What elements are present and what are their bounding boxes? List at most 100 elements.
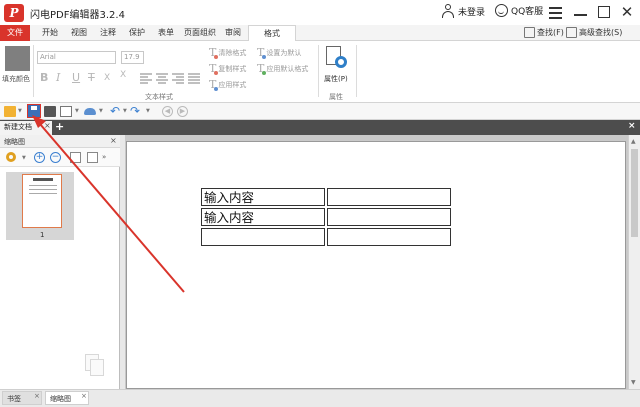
font-size-select[interactable]: 17.9 <box>121 51 144 64</box>
find-icon <box>524 27 535 38</box>
app-logo-icon: P <box>4 4 24 22</box>
align-justify-icon[interactable] <box>188 73 200 84</box>
hamburger-menu-icon[interactable] <box>546 3 566 21</box>
open-folder-icon[interactable] <box>4 106 16 117</box>
form-table: 输入内容 输入内容 <box>199 186 453 248</box>
ribbon-divider <box>318 45 319 97</box>
close-tab-icon[interactable]: × <box>44 121 51 130</box>
user-icon <box>441 4 455 18</box>
close-icon[interactable]: ✕ <box>617 3 637 21</box>
advanced-find-button[interactable]: 高级查找(S) <box>566 27 622 38</box>
copy-style-button[interactable]: T 复制样式 <box>209 62 246 75</box>
clear-style-icon: T <box>209 46 219 59</box>
gear-icon[interactable] <box>6 152 16 162</box>
ribbon-tab-bar: 文件 开始 视图 注释 保护 表单 页面组织 审阅 格式 查找(F) 高级查找(… <box>0 25 640 42</box>
close-panel-icon[interactable]: × <box>110 136 117 145</box>
find-label: 查找(F) <box>537 28 564 37</box>
apply-default-button[interactable]: T 应用默认格式 <box>257 62 308 75</box>
rotate-left-icon[interactable] <box>70 152 81 163</box>
align-left-icon[interactable] <box>140 73 152 84</box>
find-button[interactable]: 查找(F) <box>524 27 564 38</box>
fill-color-button[interactable] <box>5 46 30 71</box>
chevron-down-icon[interactable]: ▼ <box>18 108 22 114</box>
scroll-thumb[interactable] <box>631 149 638 237</box>
tab-protect[interactable]: 保护 <box>125 25 149 41</box>
tab-start[interactable]: 开始 <box>38 25 62 41</box>
rotate-right-icon[interactable] <box>87 152 98 163</box>
zoom-out-icon[interactable]: − <box>50 152 61 163</box>
next-page-icon[interactable]: ▶ <box>177 106 188 117</box>
maximize-icon[interactable] <box>594 3 614 21</box>
tab-annotate[interactable]: 注释 <box>96 25 120 41</box>
tab-format[interactable]: 格式 <box>248 25 296 42</box>
tab-review[interactable]: 审阅 <box>221 25 245 41</box>
apply-style-button[interactable]: T 应用样式 <box>209 78 246 91</box>
chevron-down-icon[interactable]: ▼ <box>99 108 103 114</box>
document-gear-icon[interactable] <box>324 44 348 70</box>
properties-button[interactable]: 属性(P) <box>324 74 348 84</box>
vertical-scrollbar[interactable]: ▲ ▼ <box>628 135 640 389</box>
smile-icon <box>495 4 508 17</box>
close-icon[interactable]: × <box>34 392 40 400</box>
chevron-down-icon[interactable]: ▼ <box>123 108 127 114</box>
title-bar: P 闪电PDF编辑器3.2.4 未登录 QQ客服 ✕ <box>0 0 640 25</box>
fill-color-label: 填充颜色 <box>2 75 30 83</box>
table-cell[interactable] <box>327 188 451 206</box>
redo-icon[interactable]: ↷ <box>130 105 142 117</box>
qq-support-button[interactable]: QQ客服 <box>495 4 543 17</box>
tab-file[interactable]: 文件 <box>0 25 30 41</box>
print-icon[interactable] <box>44 106 56 117</box>
thumbnail-page <box>22 174 62 228</box>
subscript-button[interactable]: X <box>104 72 110 84</box>
strikethrough-button[interactable]: T <box>88 72 95 84</box>
set-default-button[interactable]: T 设置为默认 <box>257 46 301 59</box>
more-options-icon[interactable]: » <box>102 152 113 163</box>
tab-form[interactable]: 表单 <box>154 25 178 41</box>
scroll-down-icon[interactable]: ▼ <box>631 379 636 386</box>
underline-button[interactable]: U <box>72 72 80 84</box>
bold-button[interactable]: B <box>40 72 48 84</box>
tab-view[interactable]: 视图 <box>67 25 91 41</box>
table-cell[interactable] <box>201 228 325 246</box>
save-icon[interactable] <box>27 104 41 118</box>
panel-toolbar: ▼ + − » <box>0 148 120 167</box>
page-thumbnail[interactable] <box>6 172 74 240</box>
add-tab-icon[interactable]: + <box>55 121 64 133</box>
italic-button[interactable]: I <box>56 72 60 84</box>
login-button[interactable]: 未登录 <box>441 4 485 18</box>
chevron-down-icon[interactable]: ▼ <box>22 155 26 161</box>
app-title: 闪电PDF编辑器3.2.4 <box>30 10 125 21</box>
chevron-down-icon[interactable]: ▼ <box>75 108 79 114</box>
superscript-button[interactable]: X <box>120 69 126 81</box>
quick-access-toolbar: ▼ ▼ ▼ ↶ ▼ ↷ ▼ ◀ ▶ <box>0 103 640 120</box>
panel-header: 缩略图 × <box>0 135 120 148</box>
font-family-select[interactable]: Arial <box>37 51 116 64</box>
ribbon-divider <box>33 45 34 97</box>
table-cell[interactable]: 输入内容 <box>201 188 325 206</box>
bottom-tab-bar: 书签 × 缩略图 × <box>0 389 640 407</box>
table-cell[interactable]: 输入内容 <box>201 208 325 226</box>
previous-page-icon[interactable]: ◀ <box>162 106 173 117</box>
zoom-in-icon[interactable]: + <box>34 152 45 163</box>
clear-style-button[interactable]: T 清除格式 <box>209 46 246 59</box>
thumbnail-panel: 缩略图 × ▼ + − » 1 <box>0 135 120 389</box>
email-icon[interactable] <box>60 106 72 117</box>
document-tab-bar: 新建文档 × + × <box>0 120 640 135</box>
text-style-caption: 文本样式 <box>145 93 173 101</box>
thumbnail-page-number: 1 <box>40 231 45 239</box>
close-icon[interactable]: × <box>81 392 87 400</box>
close-document-icon[interactable]: × <box>628 121 636 131</box>
apply-style-icon: T <box>209 78 219 91</box>
tab-page-organize[interactable]: 页面组织 <box>183 25 217 41</box>
align-center-icon[interactable] <box>156 73 168 84</box>
cloud-icon[interactable] <box>84 108 96 115</box>
table-row <box>201 228 451 246</box>
scroll-up-icon[interactable]: ▲ <box>631 138 636 145</box>
table-cell[interactable] <box>327 228 451 246</box>
minimize-icon[interactable] <box>570 3 590 21</box>
undo-icon[interactable]: ↶ <box>110 105 122 117</box>
table-cell[interactable] <box>327 208 451 226</box>
qq-support-label: QQ客服 <box>511 7 544 17</box>
align-right-icon[interactable] <box>172 73 184 84</box>
chevron-down-icon[interactable]: ▼ <box>146 108 150 114</box>
